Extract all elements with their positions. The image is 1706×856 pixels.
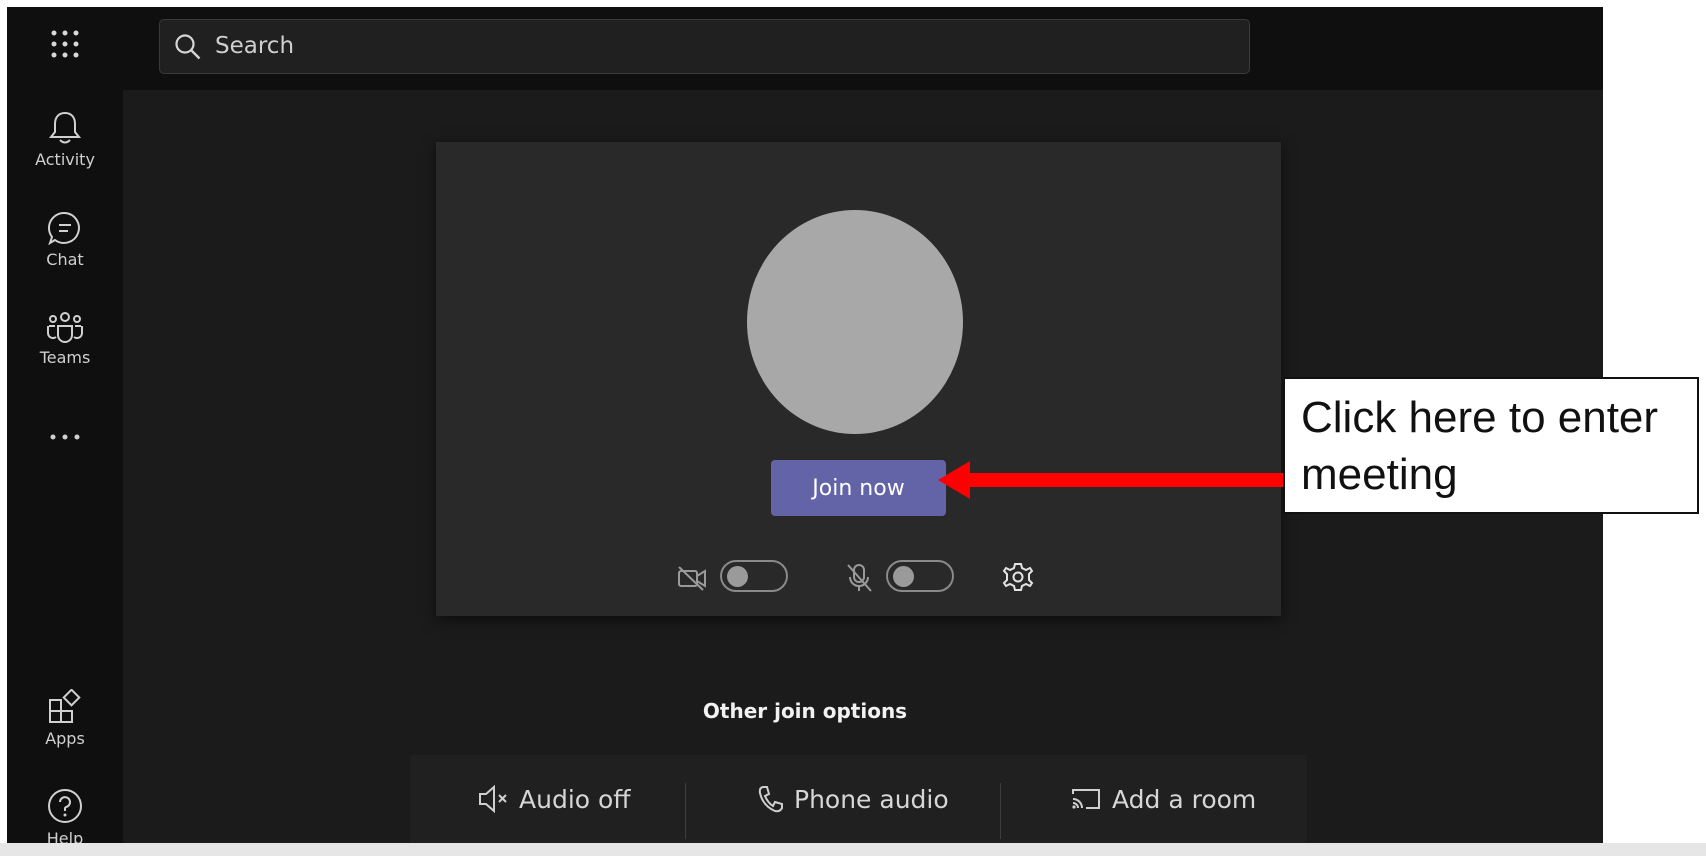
rail-item-chat[interactable]: Chat	[7, 210, 123, 269]
chat-icon	[47, 211, 80, 246]
gear-icon[interactable]	[1002, 561, 1034, 593]
help-icon	[48, 789, 82, 823]
divider	[685, 783, 686, 839]
rail-item-help[interactable]: Help	[7, 787, 123, 848]
phone-icon	[758, 786, 783, 813]
option-label: Phone audio	[794, 784, 949, 814]
join-now-button[interactable]: Join now	[771, 460, 946, 516]
bottom-strip	[0, 843, 1706, 856]
search-icon	[175, 34, 201, 60]
app-launcher-icon	[51, 30, 79, 58]
more-icon	[50, 434, 80, 440]
rail-item-teams[interactable]: Teams	[7, 310, 123, 367]
avatar	[747, 210, 963, 434]
rail-item-label: Apps	[45, 729, 85, 748]
phone-audio-option[interactable]: Phone audio	[756, 775, 949, 823]
rail-item-more[interactable]	[7, 432, 123, 446]
rail-item-label: Teams	[39, 348, 91, 367]
camera-off-icon	[678, 566, 706, 591]
search-placeholder: Search	[215, 33, 295, 59]
mic-toggle[interactable]	[886, 560, 954, 592]
bell-icon	[48, 111, 82, 144]
annotation-callout: Click here to enter meeting	[1283, 377, 1699, 514]
app-launcher-button[interactable]	[7, 29, 123, 63]
audio-off-option[interactable]: Audio off	[477, 775, 631, 823]
rail-item-label: Chat	[46, 250, 84, 269]
mic-off-icon	[847, 564, 872, 592]
teams-icon	[47, 312, 83, 343]
other-join-options-title: Other join options	[702, 699, 908, 723]
rail-item-activity[interactable]: Activity	[7, 110, 123, 169]
prejoin-card: Join now	[436, 142, 1281, 616]
option-label: Audio off	[519, 784, 631, 814]
search-input[interactable]: Search	[159, 19, 1250, 74]
divider	[1000, 783, 1001, 839]
other-join-options: Audio off Phone audio Add a room	[410, 755, 1307, 856]
cast-icon	[1072, 789, 1100, 809]
annotation-arrow	[938, 461, 1288, 499]
camera-toggle[interactable]	[720, 560, 788, 592]
option-label: Add a room	[1112, 784, 1257, 814]
speaker-off-icon	[479, 784, 507, 814]
app-rail: Activity Chat Teams Apps Help	[7, 7, 123, 856]
rail-item-label: Activity	[35, 150, 95, 169]
add-room-option[interactable]: Add a room	[1070, 775, 1256, 823]
